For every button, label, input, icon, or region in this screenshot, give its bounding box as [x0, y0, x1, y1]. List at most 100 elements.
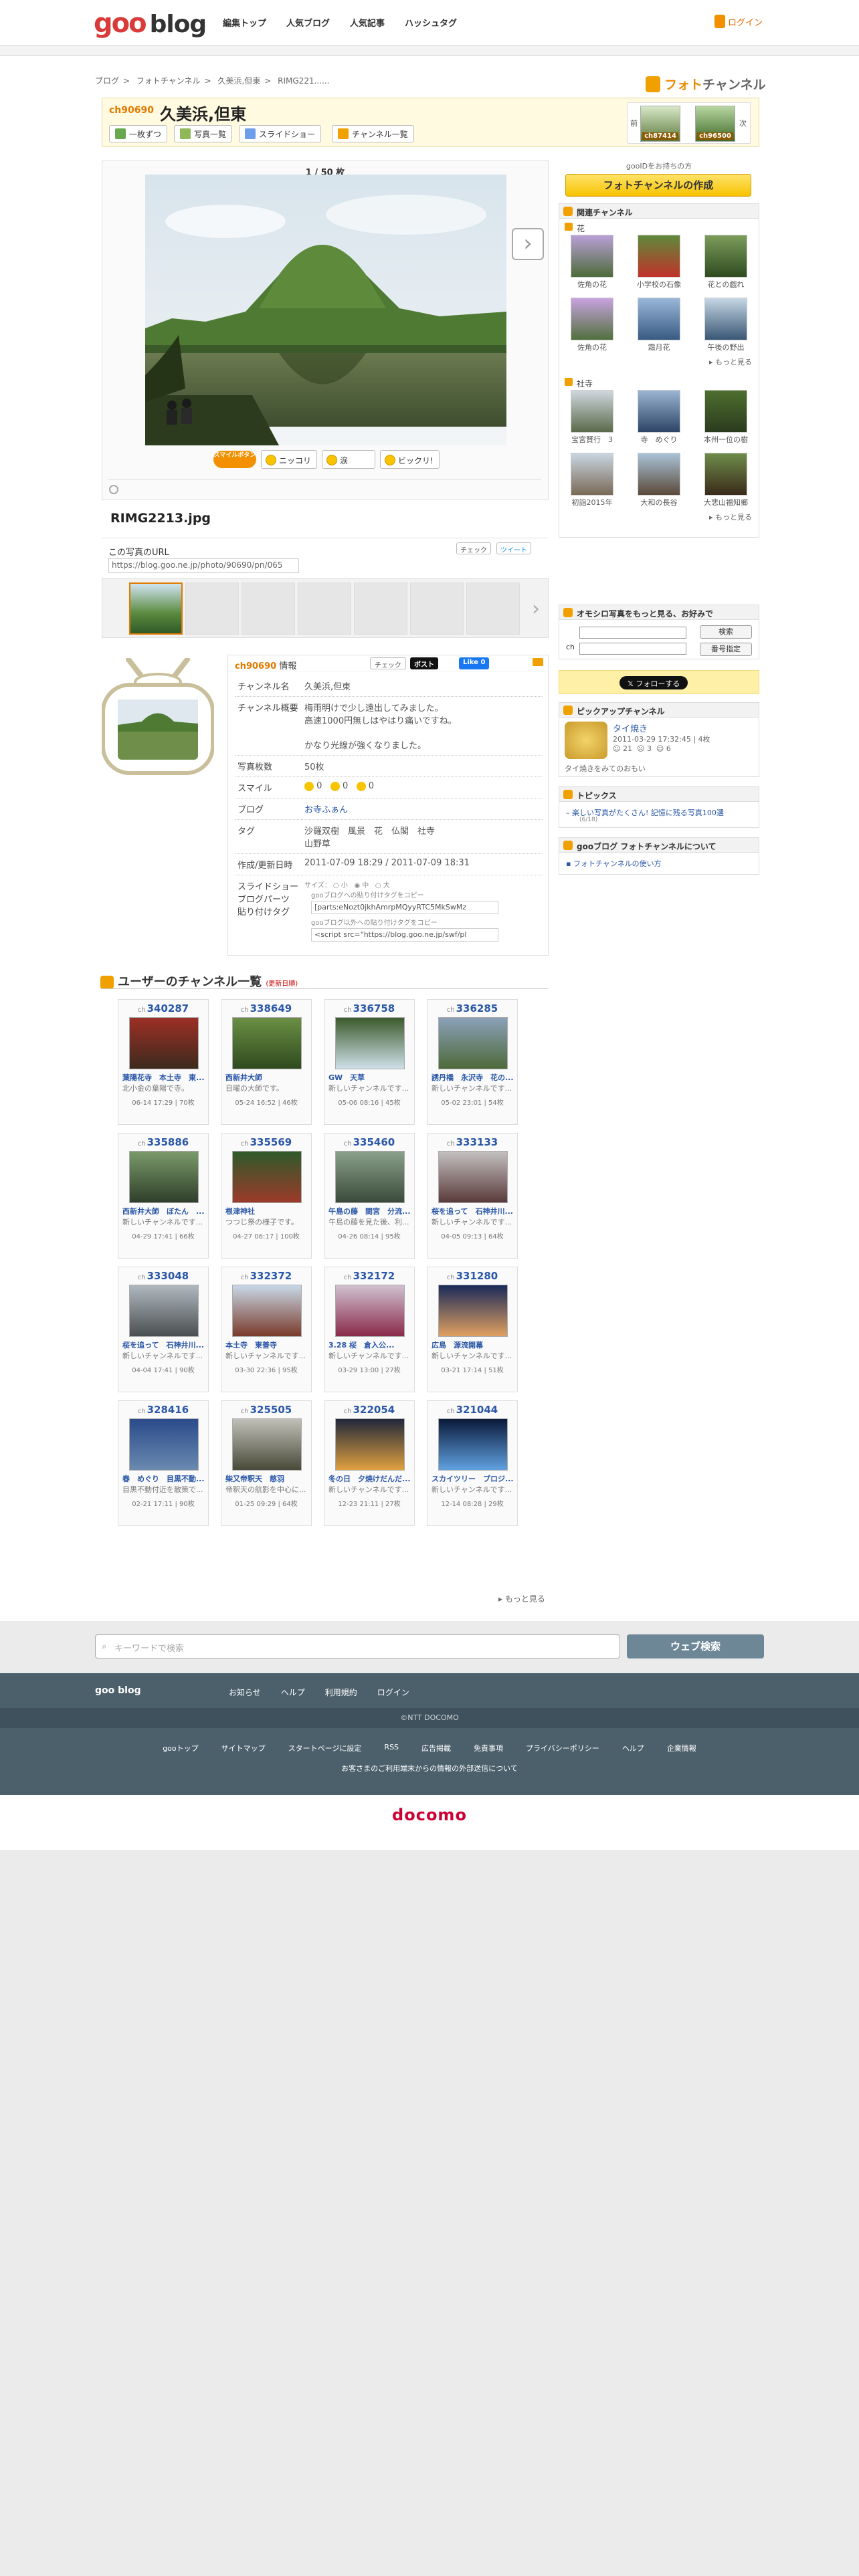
- card-channel-number[interactable]: ch 322054: [324, 1404, 414, 1416]
- tweet-button[interactable]: ツイート: [496, 542, 531, 554]
- footer-link[interactable]: 免責事項: [474, 1743, 503, 1753]
- footer-link[interactable]: スタートページに設定: [288, 1743, 362, 1753]
- goo-blog-logo[interactable]: goo blog: [94, 8, 207, 39]
- channel-thumb[interactable]: [704, 453, 747, 496]
- prev-channel-thumb[interactable]: ch87414: [640, 106, 680, 142]
- card-thumbnail[interactable]: [335, 1418, 405, 1471]
- card-thumbnail[interactable]: [232, 1418, 302, 1471]
- channel-card[interactable]: ch 332372 本土寺 東善寺 新しいチャンネルです... 03-30 22:36 …: [221, 1267, 312, 1392]
- more-flower-link[interactable]: ▸ もっと見る: [709, 356, 759, 367]
- channel-card[interactable]: ch 332172 3.28 桜 倉入公... 新しいチャンネルです... 03-29 …: [324, 1267, 415, 1392]
- mail-icon[interactable]: [533, 658, 543, 666]
- channel-caption[interactable]: 佐角の花: [562, 279, 622, 290]
- strip-thumb[interactable]: [298, 582, 351, 635]
- card-title[interactable]: 桜を追って 石神井川...: [122, 1339, 205, 1350]
- photo-channel-logo[interactable]: フォト チャンネル: [646, 75, 765, 93]
- channel-thumb[interactable]: [638, 235, 680, 278]
- card-title[interactable]: 本土寺 東善寺: [225, 1339, 308, 1350]
- next-channel-thumb[interactable]: ch96500: [695, 106, 735, 142]
- info-tags[interactable]: 山野草: [304, 837, 540, 849]
- web-search-button[interactable]: ウェブ検索: [627, 1634, 764, 1658]
- pickup-thumb[interactable]: [565, 722, 607, 759]
- card-thumbnail[interactable]: [438, 1418, 508, 1471]
- footer-search-input[interactable]: キーワードで検索: [95, 1634, 620, 1658]
- channel-thumb[interactable]: [571, 390, 613, 433]
- nav-popular-blog[interactable]: 人気ブログ: [286, 16, 330, 29]
- smile-button-nikkori[interactable]: ニッコリ: [261, 450, 318, 469]
- nav-edit-top[interactable]: 編集トップ: [223, 16, 266, 29]
- channel-card[interactable]: ch 336758 GW 天草 新しいチャンネルです... 05-06 08:16 | …: [324, 999, 415, 1125]
- strip-thumb[interactable]: [466, 582, 520, 635]
- card-title[interactable]: 西新井大師: [225, 1072, 308, 1083]
- channel-caption[interactable]: 午後の野出: [696, 342, 756, 352]
- card-channel-number[interactable]: ch 333048: [118, 1270, 208, 1282]
- about-item[interactable]: ▪ フォトチャンネルの使い方: [566, 858, 662, 869]
- more-temple-link[interactable]: ▸ もっと見る: [709, 512, 759, 522]
- channel-thumb[interactable]: [571, 298, 613, 340]
- copy-goo-tag-label[interactable]: gooブログへの貼り付けタグをコピー: [311, 889, 540, 899]
- strip-thumb[interactable]: [354, 582, 407, 635]
- nav-popular-articles[interactable]: 人気記事: [350, 16, 385, 29]
- card-channel-number[interactable]: ch 340287: [118, 1002, 208, 1014]
- sidebar-search-button[interactable]: 検索: [700, 625, 752, 639]
- slideshow-button[interactable]: スライドショー: [239, 125, 322, 142]
- card-thumbnail[interactable]: [129, 1151, 199, 1203]
- channel-card[interactable]: ch 331280 広島 源流開幕 新しいチャンネルです... 03-21 17:14 …: [427, 1267, 518, 1392]
- card-thumbnail[interactable]: [129, 1418, 199, 1471]
- create-photo-channel-button[interactable]: フォトチャンネルの作成: [565, 174, 751, 197]
- channel-thumb[interactable]: [571, 453, 613, 496]
- info-tags[interactable]: 沙羅双樹 風景 花 仏閣 社寺: [304, 824, 540, 837]
- card-channel-number[interactable]: ch 333133: [427, 1136, 517, 1148]
- footer-login-link[interactable]: ログイン: [377, 1687, 409, 1698]
- footer-link[interactable]: プライバシーポリシー: [526, 1743, 599, 1753]
- strip-thumb[interactable]: [185, 582, 239, 635]
- check-button[interactable]: チェック: [456, 542, 491, 554]
- crumb-blog[interactable]: ブログ: [95, 76, 119, 86]
- card-thumbnail[interactable]: [335, 1151, 405, 1203]
- footer-link[interactable]: RSS: [384, 1743, 399, 1753]
- channel-caption[interactable]: 初詣2015年: [562, 497, 622, 508]
- photo-url-field[interactable]: https://blog.goo.ne.jp/photo/90690/pn/06…: [108, 558, 299, 573]
- channel-card[interactable]: ch 335569 根津神社 つつじ祭の様子です。 04-27 06:17 | 100枚: [221, 1133, 312, 1259]
- channel-card[interactable]: ch 321044 スカイツリー プロジ... 新しいチャンネルです... 12-14 …: [427, 1400, 518, 1526]
- footer-link[interactable]: gooトップ: [163, 1743, 198, 1753]
- card-title[interactable]: 春 めぐり 目黒不動...: [122, 1473, 205, 1484]
- keyword-input[interactable]: [579, 627, 686, 639]
- channel-caption[interactable]: 花との戯れ: [696, 279, 756, 290]
- channel-caption[interactable]: 霜月花: [629, 342, 689, 352]
- card-channel-number[interactable]: ch 331280: [427, 1270, 517, 1282]
- channel-caption[interactable]: 寺 めぐり: [629, 434, 689, 445]
- crumb-channel[interactable]: 久美浜,但東: [217, 76, 260, 86]
- other-embed-tag-field[interactable]: <script src="https://blog.goo.ne.jp/swf/…: [311, 928, 498, 942]
- footer-news-link[interactable]: お知らせ: [229, 1687, 261, 1698]
- card-thumbnail[interactable]: [129, 1017, 199, 1069]
- external-data-note[interactable]: お客さまのご利用端末からの情報の外部送信について: [0, 1763, 859, 1774]
- user-channels-more-link[interactable]: ▸ もっと見る: [498, 1593, 545, 1604]
- x-follow-button[interactable]: 𝕏 フォローする: [619, 676, 688, 689]
- card-channel-number[interactable]: ch 321044: [427, 1404, 517, 1416]
- card-thumbnail[interactable]: [232, 1151, 302, 1203]
- channel-card[interactable]: ch 333133 桜を追って 石神井川... 新しいチャンネルです... 04-05 …: [427, 1133, 518, 1259]
- card-channel-number[interactable]: ch 335886: [118, 1136, 208, 1148]
- card-title[interactable]: 3.28 桜 倉入公...: [328, 1339, 411, 1350]
- card-channel-number[interactable]: ch 335460: [324, 1136, 414, 1148]
- main-photo[interactable]: [145, 175, 506, 445]
- crumb-photochannel[interactable]: フォトチャンネル: [136, 76, 201, 86]
- channel-caption[interactable]: 本州一位の樹: [696, 434, 756, 445]
- channel-thumb[interactable]: [571, 235, 613, 278]
- strip-thumb[interactable]: [410, 582, 464, 635]
- smile-button-bikkuri[interactable]: ビックリ!: [380, 450, 440, 469]
- photo-list-button[interactable]: 写真一覧: [174, 125, 233, 142]
- info-blog-link[interactable]: お寺ふぁん: [304, 805, 348, 815]
- strip-thumb[interactable]: [129, 582, 183, 635]
- x-post-button[interactable]: ポスト: [410, 657, 438, 669]
- card-title[interactable]: 広島 源流開幕: [432, 1339, 514, 1350]
- card-thumbnail[interactable]: [335, 1285, 405, 1337]
- channel-caption[interactable]: 大和の長谷: [629, 497, 689, 508]
- size-medium[interactable]: 中: [362, 882, 369, 889]
- channel-caption[interactable]: 佐角の花: [562, 342, 622, 352]
- next-arrow[interactable]: 次: [739, 118, 747, 128]
- footer-help-link[interactable]: ヘルプ: [281, 1687, 305, 1698]
- number-jump-button[interactable]: 番号指定: [700, 643, 752, 656]
- channel-thumb[interactable]: [638, 390, 680, 433]
